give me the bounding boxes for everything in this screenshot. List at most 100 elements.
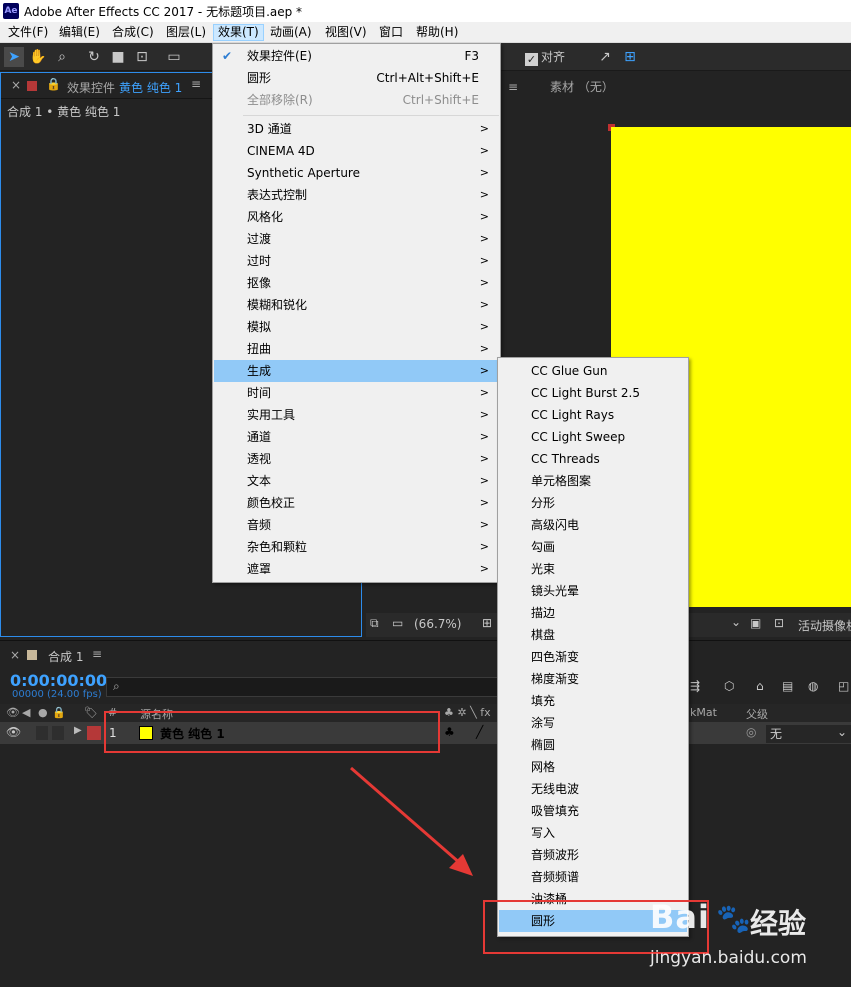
submenu-item[interactable]: CC Glue Gun [499,360,687,382]
submenu-item[interactable]: 分形 [499,492,687,514]
submenu-item[interactable]: 梯度渐变 [499,668,687,690]
view-layout-icon[interactable]: ▣ [750,616,761,630]
menu-composition[interactable]: 合成(C) [108,24,158,41]
submenu-item[interactable]: 描边 [499,602,687,624]
menu-item-category[interactable]: 颜色校正 > [214,492,499,514]
eye-icon[interactable]: 👁 [6,706,20,719]
graph-editor-icon[interactable]: ◰ [838,679,849,693]
menu-item-category[interactable]: 实用工具 > [214,404,499,426]
eye-icon[interactable]: 👁 [6,725,21,739]
pan-behind-tool-icon[interactable]: ⊡ [132,47,152,67]
region-icon[interactable]: ⊞ [482,616,492,630]
rectangle-tool-icon[interactable]: ▭ [164,47,184,67]
menu-file[interactable]: 文件(F) [4,24,52,41]
menu-item-category[interactable]: CINEMA 4D > [214,140,499,162]
expand-triangle-icon[interactable]: ▶ [74,725,82,736]
chevron-down-icon[interactable]: ⌄ [731,615,741,629]
submenu-item[interactable]: CC Light Burst 2.5 [499,382,687,404]
zoom-tool-icon[interactable]: ⌕ [52,47,72,67]
menu-item-category[interactable]: 模拟 > [214,316,499,338]
lock-toggle[interactable] [52,726,64,740]
checkbox-icon[interactable]: ✓ [525,53,538,66]
submenu-item[interactable]: 四色渐变 [499,646,687,668]
camera-tool-icon[interactable]: ■ [108,47,128,67]
submenu-item[interactable]: 吸管填充 [499,800,687,822]
submenu-item[interactable]: 填充 [499,690,687,712]
submenu-item[interactable]: 光束 [499,558,687,580]
submenu-item[interactable]: CC Light Sweep [499,426,687,448]
camera-select[interactable]: 活动摄像机 [798,617,851,634]
submenu-item[interactable]: 音频波形 [499,844,687,866]
parent-pickwhip-icon[interactable]: ◎ [746,725,756,739]
comp-tab[interactable]: 合成 1 [48,648,83,665]
menu-item-category[interactable]: 时间 > [214,382,499,404]
panel-menu-icon[interactable]: ≡ [92,647,102,661]
snap-options-icon[interactable]: ↗ [595,47,615,67]
menu-item-category[interactable]: 通道 > [214,426,499,448]
submenu-item[interactable]: 椭圆 [499,734,687,756]
menu-effect[interactable]: 效果(T) [213,24,264,41]
submenu-item[interactable]: 单元格图案 [499,470,687,492]
close-icon[interactable]: × [10,648,20,662]
menu-layer[interactable]: 图层(L) [162,24,210,41]
search-input[interactable]: ⌕ [106,677,498,697]
motion-blur-icon[interactable]: ◍ [808,679,818,693]
submenu-item[interactable]: 网格 [499,756,687,778]
footage-tab[interactable]: 素材 （无） [550,78,614,95]
submenu-item[interactable]: CC Threads [499,448,687,470]
submenu-item[interactable]: 音频频谱 [499,866,687,888]
submenu-item[interactable]: 棋盘 [499,624,687,646]
effect-controls-tab[interactable]: 效果控件 [67,79,115,96]
menu-window[interactable]: 窗口 [375,24,407,41]
submenu-item[interactable]: 勾画 [499,536,687,558]
menu-item-category[interactable]: 模糊和锐化 > [214,294,499,316]
menu-item-category[interactable]: 透视 > [214,448,499,470]
close-icon[interactable]: × [11,78,21,92]
hide-shy-icon[interactable]: ⌂ [756,679,764,693]
submenu-item[interactable]: 写入 [499,822,687,844]
menu-view[interactable]: 视图(V) [321,24,371,41]
menu-item-category[interactable]: 扭曲 > [214,338,499,360]
menu-help[interactable]: 帮助(H) [412,24,462,41]
submenu-item[interactable]: 镜头光晕 [499,580,687,602]
submenu-item[interactable]: CC Light Rays [499,404,687,426]
menu-item-category[interactable]: 文本 > [214,470,499,492]
menu-item-category[interactable]: 3D 通道 > [214,118,499,140]
submenu-item[interactable]: 无线电波 [499,778,687,800]
menu-item-category[interactable]: 过时 > [214,250,499,272]
menu-item-category[interactable]: 生成 > [214,360,499,382]
audio-icon[interactable]: ◀ [22,706,30,719]
menu-item-effect-controls[interactable]: ✔ 效果控件(E) F3 [214,45,499,67]
rotate-tool-icon[interactable]: ↻ [84,47,104,67]
hand-tool-icon[interactable]: ✋ [28,47,48,67]
menu-animation[interactable]: 动画(A) [266,24,316,41]
monitor-icon[interactable]: ▭ [392,616,403,630]
zoom-level[interactable]: (66.7%) [414,617,461,631]
menu-item-category[interactable]: 音频 > [214,514,499,536]
menu-edit[interactable]: 编辑(E) [55,24,104,41]
timecode[interactable]: 0:00:00:00 [10,671,107,690]
fit-icon[interactable]: ⊡ [774,616,784,630]
submenu-item[interactable]: 涂写 [499,712,687,734]
menu-item-category[interactable]: 抠像 > [214,272,499,294]
menu-item-category[interactable]: 杂色和颗粒 > [214,536,499,558]
menu-item-last-effect[interactable]: 圆形 Ctrl+Alt+Shift+E [214,67,499,89]
snapshot-icon[interactable]: ⧉ [370,616,379,631]
label-color-icon[interactable] [87,726,101,740]
parent-select[interactable]: 无 ⌄ [766,725,851,743]
menu-item-category[interactable]: 遮罩 > [214,558,499,580]
menu-item-category[interactable]: 表达式控制 > [214,184,499,206]
shy-switch-icon[interactable]: ♣ [444,725,455,739]
comp-mini-flowchart-icon[interactable]: ⇶ [690,679,700,693]
draft-3d-icon[interactable]: ⬡ [724,679,734,693]
panel-menu-icon[interactable]: ≡ [508,80,518,94]
lock-icon[interactable]: 🔒 [52,706,66,719]
grid-icon[interactable]: ⊞ [620,47,640,67]
layer-name-link[interactable]: 黄色 纯色 1 [119,79,182,96]
menu-item-category[interactable]: 过渡 > [214,228,499,250]
label-icon[interactable]: 🏷 [84,706,98,719]
frame-blending-icon[interactable]: ▤ [782,679,793,693]
menu-item-category[interactable]: 风格化 > [214,206,499,228]
solo-toggle[interactable] [36,726,48,740]
selection-tool-icon[interactable]: ➤ [4,47,24,67]
